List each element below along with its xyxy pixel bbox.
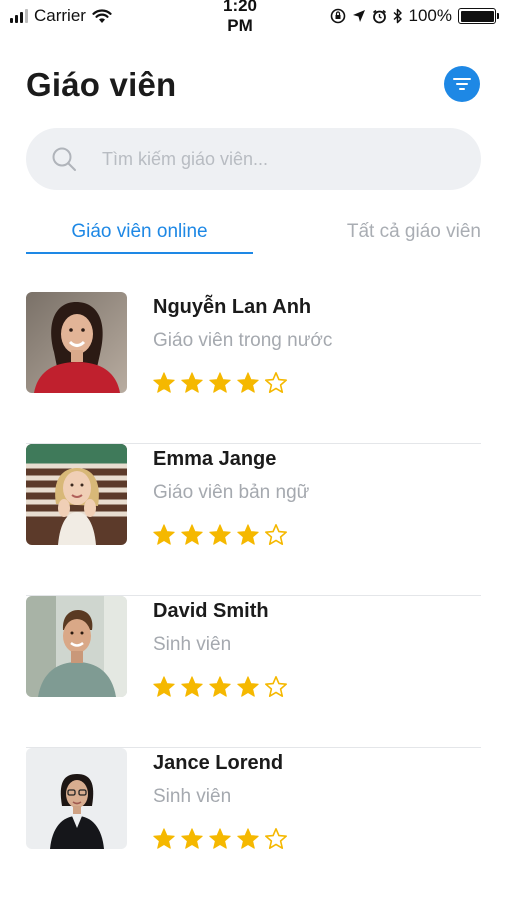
star-rating [152, 523, 288, 547]
teacher-name: David Smith [153, 600, 269, 622]
battery-icon [458, 8, 499, 24]
star-filled-icon [153, 524, 175, 545]
star-filled-icon [209, 828, 231, 849]
star-filled-icon [181, 676, 203, 697]
tab-all-teachers[interactable]: Tất cả giáo viên [281, 210, 481, 254]
star-filled-icon [181, 524, 203, 545]
star-outline-icon [265, 372, 287, 393]
teacher-role: Giáo viên trong nước [153, 330, 333, 351]
teacher-list-item[interactable]: Emma Jange Giáo viên bản ngữ [26, 444, 481, 596]
search-input[interactable] [102, 148, 432, 170]
star-rating [152, 371, 288, 395]
clock: 1:20 PM [222, 0, 258, 35]
star-filled-icon [209, 676, 231, 697]
star-filled-icon [153, 828, 175, 849]
search-icon [50, 145, 78, 173]
star-filled-icon [209, 372, 231, 393]
star-filled-icon [237, 676, 259, 697]
search-box[interactable] [26, 128, 481, 190]
teacher-name: Nguyễn Lan Anh [153, 296, 312, 318]
teacher-role: Giáo viên bản ngữ [153, 482, 310, 503]
star-filled-icon [181, 372, 203, 393]
star-filled-icon [181, 828, 203, 849]
filter-lines-icon [453, 78, 471, 90]
location-icon [352, 10, 365, 22]
star-filled-icon [209, 524, 231, 545]
page-title: Giáo viên [26, 66, 177, 103]
status-right: 100% [266, 6, 499, 26]
star-filled-icon [237, 372, 259, 393]
teacher-list-item[interactable]: Nguyễn Lan Anh Giáo viên trong nước [26, 292, 481, 444]
filter-button[interactable] [444, 66, 480, 102]
star-outline-icon [265, 828, 287, 849]
star-filled-icon [237, 524, 259, 545]
signal-icon [10, 9, 28, 23]
battery-percent: 100% [408, 6, 452, 25]
bluetooth-icon [393, 8, 402, 24]
teacher-name: Emma Jange [153, 448, 277, 470]
screen-lock-icon [330, 8, 345, 24]
teacher-name: Jance Lorend [153, 752, 284, 774]
star-rating [152, 675, 288, 699]
teacher-role: Sinh viên [153, 634, 232, 655]
avatar [26, 444, 127, 545]
star-filled-icon [153, 372, 175, 393]
star-outline-icon [265, 676, 287, 697]
avatar [26, 596, 127, 697]
teacher-role: Sinh viên [153, 786, 232, 807]
teacher-list: Nguyễn Lan Anh Giáo viên trong nước Emma… [26, 292, 481, 900]
status-left: Carrier [10, 6, 190, 26]
wifi-icon [92, 8, 112, 23]
teacher-list-item[interactable]: Jance Lorend Sinh viên [26, 748, 481, 900]
tab-bar: Giáo viên online Tất cả giáo viên [26, 210, 481, 254]
avatar [26, 292, 127, 393]
star-filled-icon [153, 676, 175, 697]
alarm-icon [372, 9, 386, 23]
tab-online-teachers[interactable]: Giáo viên online [26, 210, 253, 254]
star-filled-icon [237, 828, 259, 849]
star-rating [152, 827, 288, 851]
teacher-list-item[interactable]: David Smith Sinh viên [26, 596, 481, 748]
star-outline-icon [265, 524, 287, 545]
status-bar: Carrier 1:20 PM 100% [0, 0, 506, 35]
carrier-label: Carrier [34, 6, 86, 25]
avatar [26, 748, 127, 849]
